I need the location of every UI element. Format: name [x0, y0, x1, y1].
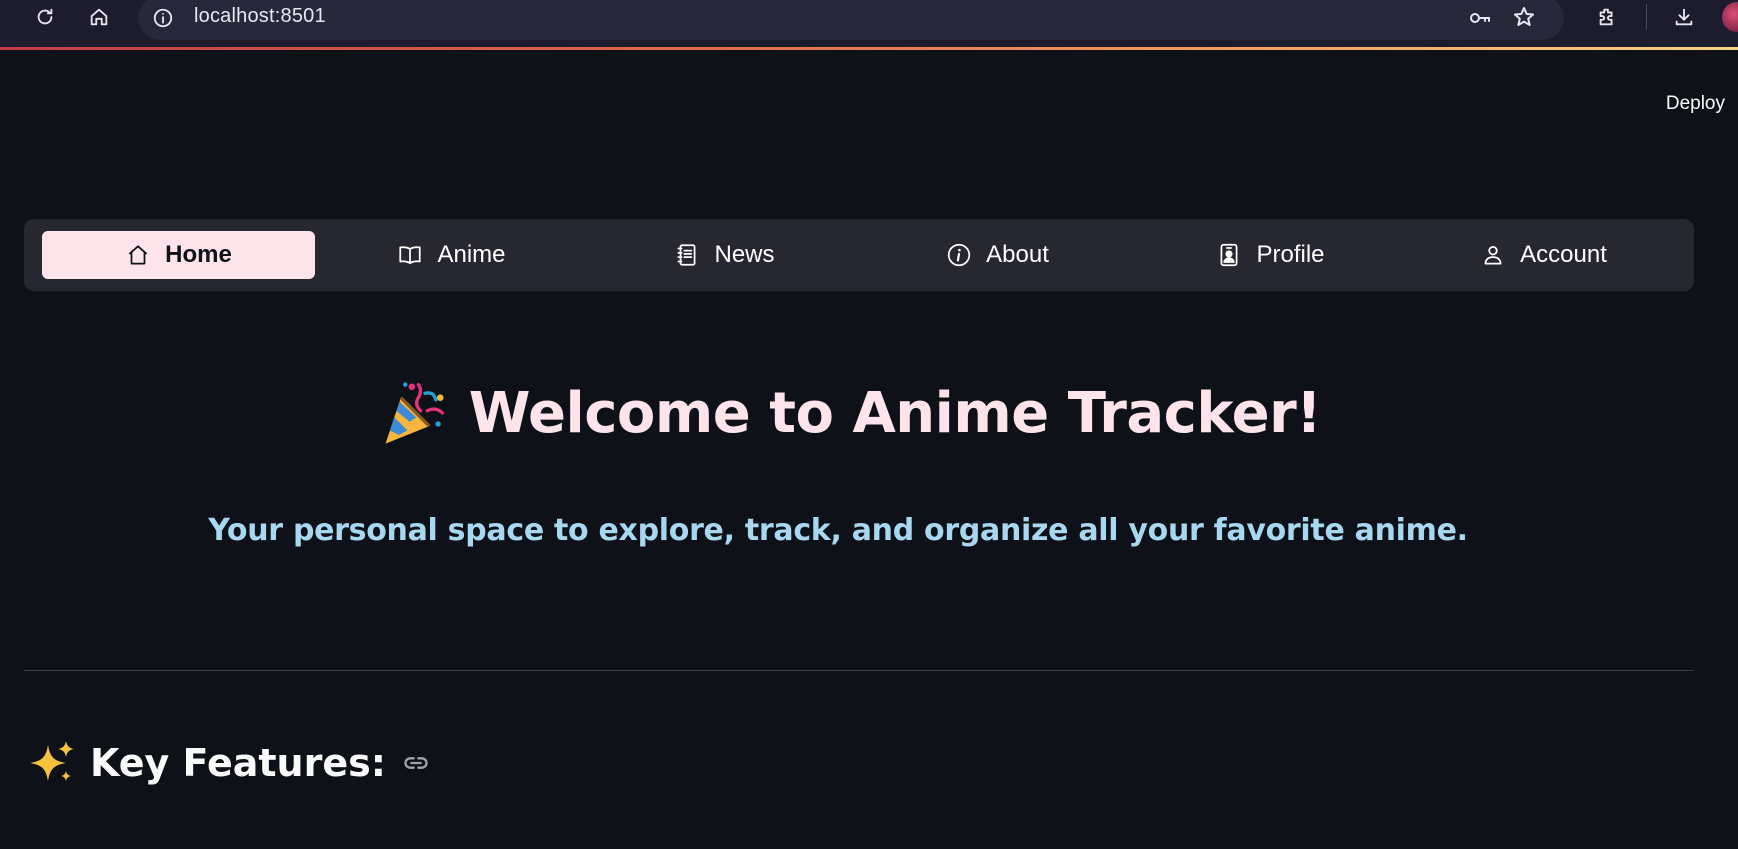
nav-item-account[interactable]: Account: [1407, 231, 1680, 279]
nav-item-home[interactable]: Home: [42, 231, 315, 279]
journal-icon: [677, 244, 696, 266]
profile-avatar[interactable]: [1722, 2, 1738, 32]
nav-item-label: News: [714, 241, 775, 268]
downloads-icon[interactable]: [1667, 0, 1701, 34]
reload-icon[interactable]: [28, 0, 62, 34]
main-navigation: Home Anime News About Profile Account: [24, 219, 1694, 291]
section-heading: Key Features:: [90, 741, 386, 785]
nav-item-label: Anime: [437, 241, 506, 268]
link-icon[interactable]: [402, 749, 430, 777]
toolbar-accent-line: [0, 47, 1738, 50]
nav-item-label: Profile: [1256, 241, 1325, 268]
bookmark-star-icon[interactable]: [1512, 5, 1536, 33]
nav-item-label: Home: [165, 241, 232, 268]
address-bar[interactable]: localhost:8501: [138, 0, 1564, 40]
site-info-icon[interactable]: [150, 5, 176, 31]
section-divider: [24, 670, 1694, 671]
deploy-button[interactable]: Deploy: [1666, 93, 1725, 115]
nav-item-label: About: [986, 241, 1049, 268]
nav-item-label: Account: [1520, 241, 1607, 268]
person-icon: [1484, 246, 1502, 265]
page-title: Welcome to Anime Tracker!: [468, 380, 1322, 446]
person-badge-icon: [1221, 243, 1238, 267]
nav-item-profile[interactable]: Profile: [1134, 231, 1407, 279]
hero-heading: Welcome to Anime Tracker!: [0, 378, 1700, 448]
info-icon: [947, 243, 971, 267]
toolbar-divider: [1646, 4, 1647, 30]
nav-item-about[interactable]: About: [861, 231, 1134, 279]
url-text[interactable]: localhost:8501: [194, 5, 326, 28]
sparkles-icon: [28, 739, 76, 787]
party-popper-icon: [379, 378, 449, 448]
extensions-icon[interactable]: [1590, 0, 1624, 34]
nav-item-news[interactable]: News: [588, 231, 861, 279]
home-icon[interactable]: [82, 0, 116, 34]
password-key-icon[interactable]: [1468, 6, 1492, 34]
features-heading: Key Features:: [28, 739, 430, 787]
book-icon: [399, 246, 422, 264]
home-icon: [128, 245, 148, 265]
page-subtitle: Your personal space to explore, track, a…: [208, 513, 1468, 548]
browser-toolbar: localhost:8501: [0, 0, 1738, 50]
nav-item-anime[interactable]: Anime: [315, 231, 588, 279]
